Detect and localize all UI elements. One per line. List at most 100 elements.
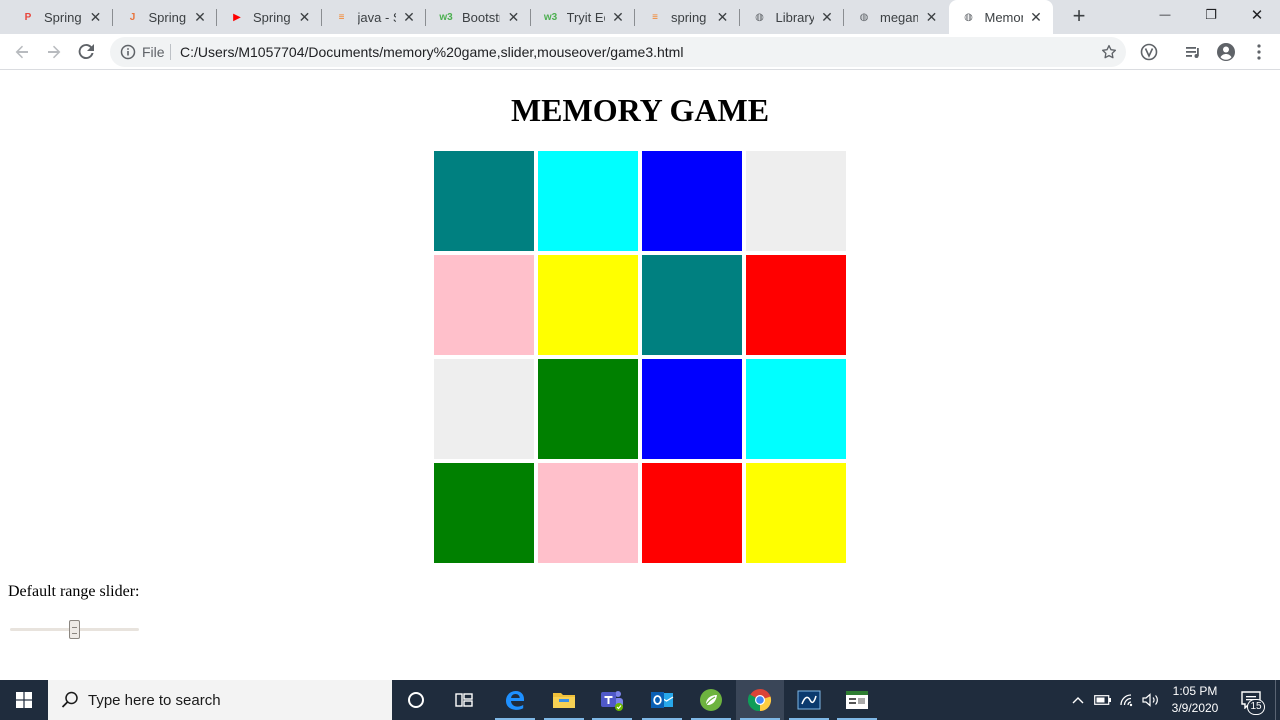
task-view-button[interactable] — [440, 680, 488, 720]
back-button[interactable] — [10, 40, 34, 64]
tab-6[interactable]: w3 Tryit Edi ✕ — [531, 0, 635, 34]
volume-button[interactable] — [1140, 680, 1162, 720]
memory-card[interactable] — [746, 151, 846, 251]
memory-card[interactable] — [434, 151, 534, 251]
memory-card[interactable] — [538, 359, 638, 459]
kebab-menu-icon — [1257, 44, 1261, 60]
restore-button[interactable]: ❐ — [1188, 0, 1234, 30]
battery-button[interactable] — [1092, 680, 1114, 720]
tab-4[interactable]: ≡ java - Sp ✕ — [322, 0, 426, 34]
account-circle-icon — [1217, 43, 1235, 61]
task-view-icon — [455, 693, 473, 707]
taskbar-clock[interactable]: 1:05 PM 3/9/2020 — [1160, 683, 1230, 717]
tab-close-icon[interactable]: ✕ — [402, 10, 416, 24]
javatpoint-icon: J — [129, 11, 136, 23]
taskbar-file-explorer[interactable] — [540, 680, 588, 720]
chevron-up-icon — [1072, 697, 1084, 704]
slider-thumb[interactable] — [69, 620, 80, 639]
tab-close-icon[interactable]: ✕ — [925, 10, 939, 24]
tab-8[interactable]: ◍ Library ✕ — [740, 0, 844, 34]
media-controls-button[interactable] — [1183, 42, 1203, 62]
memory-card[interactable] — [538, 463, 638, 563]
taskbar-spring-tool-suite[interactable] — [687, 680, 735, 720]
tab-close-icon[interactable]: ✕ — [820, 10, 834, 24]
search-placeholder: Type here to search — [88, 691, 221, 709]
bookmark-star-icon[interactable] — [1100, 43, 1118, 61]
tab-close-icon[interactable]: ✕ — [298, 10, 312, 24]
memory-card[interactable] — [538, 255, 638, 355]
memory-card[interactable] — [434, 463, 534, 563]
tab-close-icon[interactable]: ✕ — [716, 10, 730, 24]
stackoverflow-icon: ≡ — [338, 11, 345, 23]
tab-close-icon[interactable]: ✕ — [89, 10, 103, 24]
page-content: MEMORY GAME Default range slider: — [0, 71, 1280, 680]
tab-title: Memory — [984, 9, 1023, 25]
taskbar-teams[interactable] — [588, 680, 636, 720]
tab-5[interactable]: w3 Bootstrap ✕ — [426, 0, 531, 34]
memory-card[interactable] — [434, 359, 534, 459]
tab-1[interactable]: P Spring Boot ✕ — [8, 0, 113, 34]
taskbar-chrome[interactable] — [736, 680, 784, 720]
profile-button[interactable] — [1216, 42, 1236, 62]
start-button[interactable] — [0, 680, 48, 720]
forward-arrow-icon — [48, 45, 61, 59]
globe-icon: ◍ — [755, 11, 764, 23]
memory-card[interactable] — [434, 255, 534, 355]
info-icon[interactable] — [120, 44, 136, 60]
minimize-button[interactable]: — — [1142, 0, 1188, 30]
memory-card[interactable] — [538, 151, 638, 251]
close-window-button[interactable]: ✕ — [1234, 0, 1280, 30]
url-text[interactable]: C:/Users/M1057704/Documents/memory%20gam… — [180, 44, 683, 60]
menu-button[interactable] — [1249, 42, 1269, 62]
outlook-icon — [651, 692, 674, 708]
memory-card[interactable] — [642, 151, 742, 251]
memory-card[interactable] — [642, 463, 742, 563]
tab-7[interactable]: ≡ spring ✕ — [635, 0, 740, 34]
address-bar[interactable]: File C:/Users/M1057704/Documents/memory%… — [110, 37, 1126, 67]
taskbar-app-window[interactable] — [833, 680, 881, 720]
tab-close-icon[interactable]: ✕ — [611, 10, 625, 24]
forward-button[interactable] — [42, 40, 66, 64]
tab-3[interactable]: ▶ Spring B ✕ — [217, 0, 322, 34]
show-desktop-button[interactable] — [1275, 680, 1276, 720]
memory-card[interactable] — [746, 463, 846, 563]
memory-card[interactable] — [642, 359, 742, 459]
tab-9[interactable]: ◍ megam ✕ — [844, 0, 949, 34]
battery-icon — [1094, 695, 1111, 705]
tab-title: Bootstrap — [462, 9, 500, 25]
wifi-icon — [1120, 694, 1133, 707]
memory-card[interactable] — [746, 359, 846, 459]
window-app-icon — [846, 691, 868, 709]
tab-10[interactable]: ◍ Memory ✕ — [948, 0, 1053, 34]
sql-server-icon — [797, 690, 821, 710]
page-title: MEMORY GAME — [510, 92, 770, 128]
windows-logo-icon — [16, 692, 32, 708]
tab-title: Spring B — [148, 9, 187, 25]
show-hidden-icons-button[interactable] — [1068, 680, 1088, 720]
browser-toolbar: File C:/Users/M1057704/Documents/memory%… — [0, 34, 1280, 70]
tab-close-icon[interactable]: ✕ — [1029, 10, 1043, 24]
extension-button[interactable] — [1139, 42, 1159, 62]
taskbar-outlook[interactable] — [638, 680, 686, 720]
speaker-icon — [1142, 693, 1158, 707]
tab-close-icon[interactable]: ✕ — [507, 10, 521, 24]
tab-2[interactable]: J Spring B ✕ — [113, 0, 217, 34]
network-button[interactable] — [1117, 680, 1139, 720]
w3schools-icon: w3 — [439, 11, 453, 23]
globe-icon: ◍ — [964, 11, 973, 23]
reload-button[interactable] — [74, 40, 98, 64]
stackoverflow-icon: ≡ — [652, 11, 658, 23]
close-icon: ✕ — [1250, 7, 1264, 24]
cortana-button[interactable] — [392, 680, 440, 720]
tab-close-icon[interactable]: ✕ — [193, 10, 207, 24]
address-divider — [170, 44, 171, 60]
memory-card[interactable] — [746, 255, 846, 355]
taskbar-ssms[interactable] — [785, 680, 833, 720]
memory-card[interactable] — [642, 255, 742, 355]
globe-icon: ◍ — [859, 11, 869, 23]
new-tab-button[interactable]: + — [1066, 5, 1092, 29]
taskbar-edge[interactable] — [491, 680, 539, 720]
clock-date: 3/9/2020 — [1171, 701, 1219, 715]
range-slider[interactable] — [10, 619, 139, 639]
taskbar-search-box[interactable]: Type here to search — [48, 680, 392, 720]
